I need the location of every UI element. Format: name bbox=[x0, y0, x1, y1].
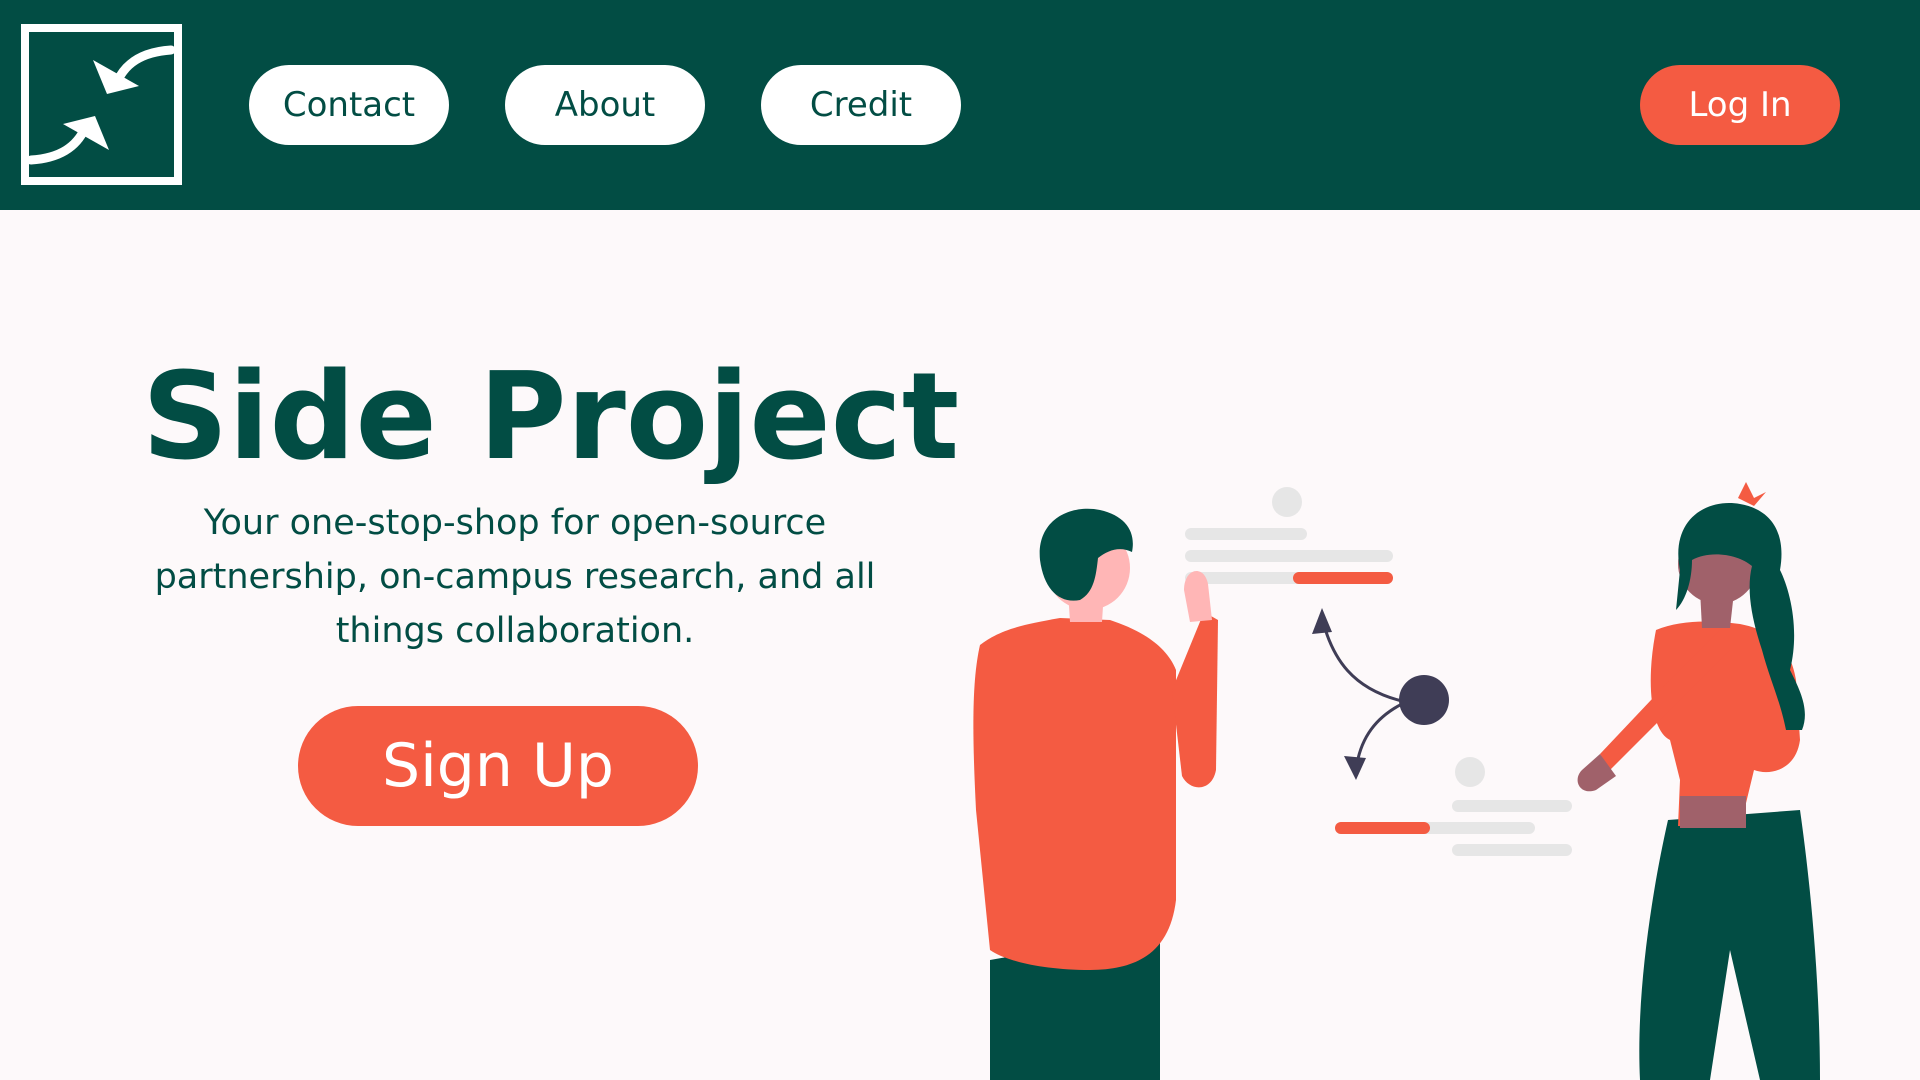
hero-title: Side Project bbox=[142, 348, 960, 487]
hero-subtitle: Your one-stop-shop for open-source partn… bbox=[154, 503, 876, 651]
nav-contact-button[interactable]: Contact bbox=[249, 65, 449, 145]
nav-credit-button[interactable]: Credit bbox=[761, 65, 961, 145]
card-top-illustration bbox=[1185, 487, 1393, 584]
card-bottom-illustration bbox=[1335, 757, 1572, 856]
sign-up-button[interactable]: Sign Up bbox=[298, 706, 698, 826]
logo-swap-arrows-icon[interactable] bbox=[21, 24, 182, 185]
login-button[interactable]: Log In bbox=[1640, 65, 1840, 145]
woman-figure-illustration bbox=[1577, 482, 1820, 1080]
connector-arrows-illustration bbox=[1312, 608, 1449, 780]
top-navbar: Contact About Credit Log In bbox=[0, 0, 1920, 210]
collaboration-illustration bbox=[973, 482, 1820, 1080]
nav-about-button[interactable]: About bbox=[505, 65, 705, 145]
man-figure-illustration bbox=[973, 508, 1218, 1080]
